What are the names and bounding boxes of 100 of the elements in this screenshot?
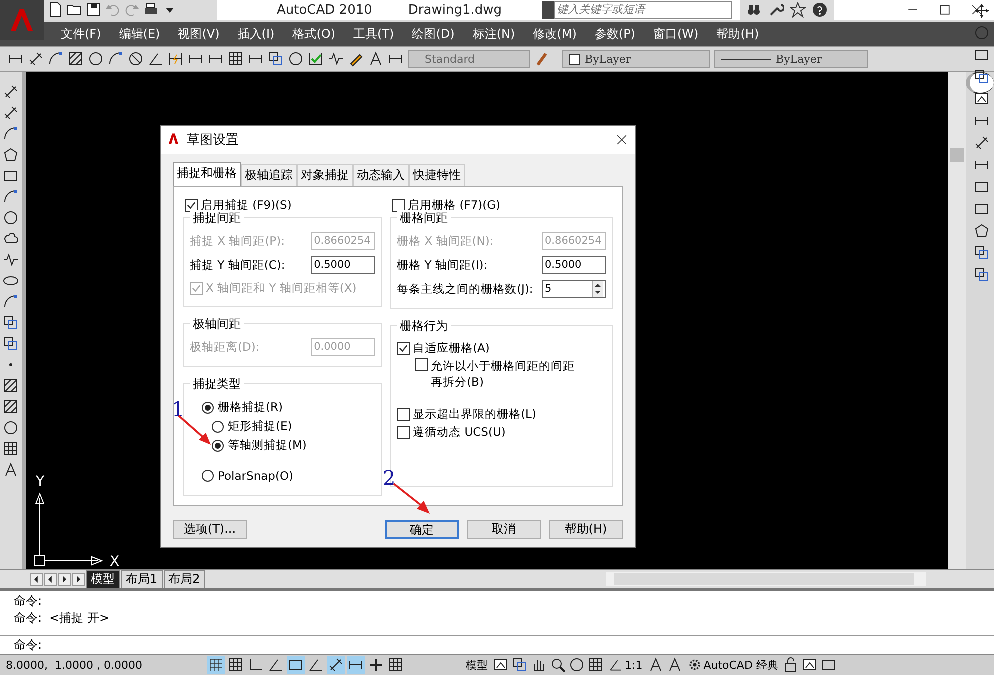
spinner-field[interactable]: 5	[542, 280, 606, 298]
menu-item[interactable]: 绘图(D)	[403, 26, 464, 42]
text-icon[interactable]	[3, 462, 19, 478]
polygon-icon[interactable]	[974, 223, 990, 239]
text-icon[interactable]	[648, 657, 664, 673]
hatch-icon[interactable]	[3, 378, 19, 394]
checkbox[interactable]: 启用栅格 (F7)(G)	[392, 197, 613, 213]
brush-icon[interactable]	[534, 51, 550, 67]
tab[interactable]: 动态输入	[353, 164, 409, 186]
quick-dimension-icon[interactable]	[168, 51, 184, 67]
layer-dropdown[interactable]: ByLayer	[562, 50, 710, 68]
copy-icon[interactable]	[268, 51, 284, 67]
arc-icon[interactable]	[48, 51, 64, 67]
copy-icon[interactable]	[512, 657, 528, 673]
copy-icon[interactable]	[3, 336, 19, 352]
text-icon[interactable]	[666, 657, 683, 673]
layout-tab[interactable]: 布局2	[164, 570, 206, 588]
checkbox[interactable]: 允许以小于栅格间距的间距再拆分(B)	[415, 358, 576, 390]
menu-item[interactable]: 窗口(W)	[644, 26, 708, 42]
layout-tab[interactable]: 模型	[86, 570, 120, 588]
radio-button[interactable]: 等轴测捕捉(M)	[212, 438, 307, 453]
jogged-line-icon[interactable]	[3, 252, 19, 268]
angle-icon[interactable]	[148, 51, 164, 67]
tab[interactable]: 极轴追踪	[241, 164, 297, 186]
model-space-button[interactable]: 模型	[464, 658, 490, 672]
copy-icon[interactable]	[974, 69, 990, 85]
help-icon[interactable]	[812, 2, 828, 18]
jogged-line-icon[interactable]	[328, 51, 344, 67]
checkbox[interactable]: 遵循动态 UCS(U)	[397, 424, 606, 440]
menu-item[interactable]: 标注(N)	[464, 26, 524, 42]
circle-icon[interactable]	[3, 420, 19, 436]
menu-item[interactable]: 修改(M)	[524, 26, 586, 42]
search-field[interactable]: 键入关键字或短语	[554, 1, 732, 19]
radio-button[interactable]: 栅格捕捉(R)	[202, 400, 283, 415]
maximize-icon[interactable]	[938, 3, 952, 17]
arc-icon[interactable]	[3, 294, 19, 310]
annotation-scale-button[interactable]: 1:1	[607, 658, 645, 672]
circle-icon[interactable]	[569, 657, 585, 673]
status-toggle-icon[interactable]	[367, 656, 385, 674]
radio-button[interactable]: PolarSnap(O)	[202, 469, 294, 483]
layout-icon[interactable]	[802, 657, 818, 673]
layout-icon[interactable]	[974, 91, 990, 107]
layout-tab[interactable]: 布局1	[121, 570, 163, 588]
arc-icon[interactable]	[108, 51, 124, 67]
aligned-dimension-icon[interactable]	[974, 135, 990, 151]
status-toggle-icon[interactable]	[387, 656, 405, 674]
arc-icon[interactable]	[3, 189, 19, 205]
workspace-button[interactable]: AutoCAD 经典	[686, 658, 780, 672]
menu-item[interactable]: 插入(I)	[228, 26, 284, 42]
radio-button[interactable]: 矩形捕捉(E)	[212, 419, 292, 434]
status-toggle-icon[interactable]	[327, 656, 345, 674]
checkbox[interactable]: 显示超出界限的栅格(L)	[397, 406, 606, 422]
star-icon[interactable]	[790, 2, 806, 18]
menu-item[interactable]: 帮助(H)	[708, 26, 768, 42]
move-icon[interactable]	[974, 3, 990, 19]
options-button[interactable]: 选项(T)...	[173, 520, 247, 539]
copy-icon[interactable]	[974, 267, 990, 283]
menu-item[interactable]: 编辑(E)	[110, 26, 170, 42]
aligned-dimension-icon[interactable]	[3, 105, 19, 121]
dialog-button[interactable]: 帮助(H)	[549, 520, 623, 539]
circle-icon[interactable]	[3, 210, 19, 226]
circle-icon[interactable]	[88, 51, 104, 67]
status-toggle-icon[interactable]	[207, 656, 225, 674]
table-icon[interactable]	[228, 51, 244, 67]
new-file-icon[interactable]	[48, 2, 64, 18]
copy-icon[interactable]	[974, 245, 990, 261]
input-field[interactable]: 0.5000	[311, 256, 376, 274]
menu-item[interactable]: 参数(P)	[586, 26, 644, 42]
linetype-dropdown[interactable]: ByLayer	[714, 50, 868, 68]
search-toggle-button[interactable]	[542, 1, 554, 19]
tab[interactable]: 快捷特性	[409, 164, 465, 186]
lock-icon[interactable]	[783, 657, 800, 673]
hatch-icon[interactable]	[68, 51, 84, 67]
dialog-button[interactable]: 确定	[385, 520, 459, 539]
copy-icon[interactable]	[3, 315, 19, 331]
status-toggle-icon[interactable]	[227, 656, 245, 674]
text-icon[interactable]	[368, 51, 384, 67]
close-icon[interactable]	[970, 3, 984, 17]
diameter-icon[interactable]	[128, 51, 144, 67]
vertical-scrollbar[interactable]	[948, 72, 966, 569]
circle-icon[interactable]	[288, 51, 304, 67]
polygon-icon[interactable]	[3, 147, 19, 163]
menu-item[interactable]: 视图(V)	[169, 26, 229, 42]
table-icon[interactable]	[3, 441, 19, 457]
binoculars-icon[interactable]	[746, 2, 762, 18]
tab[interactable]: 对象捕捉	[297, 164, 353, 186]
checkbox[interactable]: 自适应栅格(A)	[397, 340, 606, 356]
close-icon[interactable]	[615, 133, 629, 147]
menu-item[interactable]: 工具(T)	[344, 26, 404, 42]
spinner-arrows-icon[interactable]	[593, 281, 603, 297]
status-toggle-icon[interactable]	[347, 656, 365, 674]
table-icon[interactable]	[588, 657, 604, 673]
aligned-dimension-icon[interactable]	[3, 84, 19, 100]
wrench-icon[interactable]	[768, 2, 784, 18]
layout-icon[interactable]	[493, 657, 509, 673]
dialog-button[interactable]: 取消	[467, 520, 541, 539]
menu-item[interactable]: 格式(O)	[284, 26, 345, 42]
status-toggle-icon[interactable]	[287, 656, 305, 674]
command-input[interactable]: 命令:	[0, 635, 994, 654]
arc-icon[interactable]	[3, 126, 19, 142]
